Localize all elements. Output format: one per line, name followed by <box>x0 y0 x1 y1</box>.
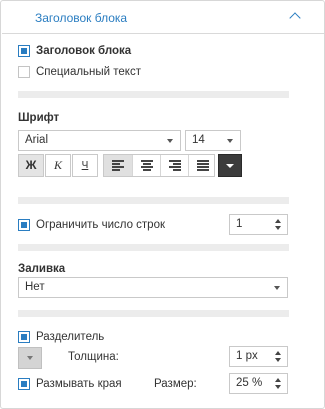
underline-button[interactable]: Ч <box>72 154 98 177</box>
stepper-down-icon[interactable] <box>275 358 281 362</box>
special-text-checkbox[interactable] <box>18 66 30 78</box>
divider <box>18 244 289 251</box>
special-text-label: Специальный текст <box>36 66 141 78</box>
limit-lines-stepper[interactable]: 1 <box>229 214 288 235</box>
font-family-value: Arial <box>25 134 49 146</box>
bold-button[interactable]: Ж <box>18 154 44 177</box>
font-size-value: 14 <box>192 134 205 146</box>
align-right-icon <box>169 160 181 171</box>
chevron-down-icon <box>27 356 33 360</box>
separator-checkbox[interactable] <box>18 331 30 343</box>
italic-button[interactable]: К <box>45 154 71 177</box>
panel: Заголовок блока Заголовок блока Специаль… <box>0 0 325 409</box>
section-header[interactable]: Заголовок блока <box>2 2 324 34</box>
limit-lines-checkbox[interactable] <box>18 219 30 231</box>
thickness-stepper[interactable]: 1 px <box>229 346 288 367</box>
separator-color-button[interactable] <box>18 347 42 369</box>
bold-label: Ж <box>25 158 37 172</box>
text-color-button[interactable] <box>218 154 242 177</box>
font-heading: Шрифт <box>18 112 60 124</box>
stepper-up-icon[interactable] <box>275 351 281 355</box>
stepper-up-icon[interactable] <box>275 219 281 223</box>
thickness-label: Толщина: <box>68 351 119 363</box>
chevron-down-icon <box>167 139 173 143</box>
align-left-button[interactable] <box>104 155 132 176</box>
fill-value: Нет <box>25 281 45 293</box>
chevron-down-icon <box>227 139 233 143</box>
section-title: Заголовок блока <box>35 11 128 25</box>
align-justify-icon <box>197 160 209 171</box>
chevron-down-icon <box>274 286 280 290</box>
align-justify-button[interactable] <box>188 155 216 176</box>
align-center-icon <box>141 160 153 171</box>
divider <box>18 197 289 204</box>
divider <box>18 91 289 98</box>
stepper-up-icon[interactable] <box>275 378 281 382</box>
separator-label: Разделитель <box>36 331 105 343</box>
blur-size-label: Размер: <box>154 378 197 390</box>
align-left-icon <box>112 160 124 171</box>
font-family-select[interactable]: Arial <box>18 130 181 151</box>
limit-lines-label: Ограничить число строк <box>36 219 166 231</box>
blur-size-value: 25 % <box>236 377 263 389</box>
thickness-value: 1 px <box>236 350 258 362</box>
chevron-up-icon[interactable] <box>289 12 301 24</box>
fill-select[interactable]: Нет <box>18 277 288 298</box>
block-title-checkbox[interactable] <box>18 45 30 57</box>
blur-edges-checkbox[interactable] <box>18 378 30 390</box>
blur-size-stepper[interactable]: 25 % <box>229 373 288 394</box>
italic-label: К <box>54 158 62 172</box>
underline-label: Ч <box>81 160 89 171</box>
limit-lines-value: 1 <box>236 218 243 230</box>
alignment-group <box>103 154 215 177</box>
blur-edges-label: Размывать края <box>36 378 122 390</box>
chevron-down-icon <box>226 164 234 168</box>
block-title-label: Заголовок блока <box>36 45 132 57</box>
stepper-down-icon[interactable] <box>275 385 281 389</box>
stepper-down-icon[interactable] <box>275 226 281 230</box>
divider <box>18 310 289 317</box>
align-center-button[interactable] <box>132 155 160 176</box>
align-right-button[interactable] <box>160 155 188 176</box>
font-size-select[interactable]: 14 <box>185 130 241 151</box>
fill-heading: Заливка <box>18 263 66 275</box>
